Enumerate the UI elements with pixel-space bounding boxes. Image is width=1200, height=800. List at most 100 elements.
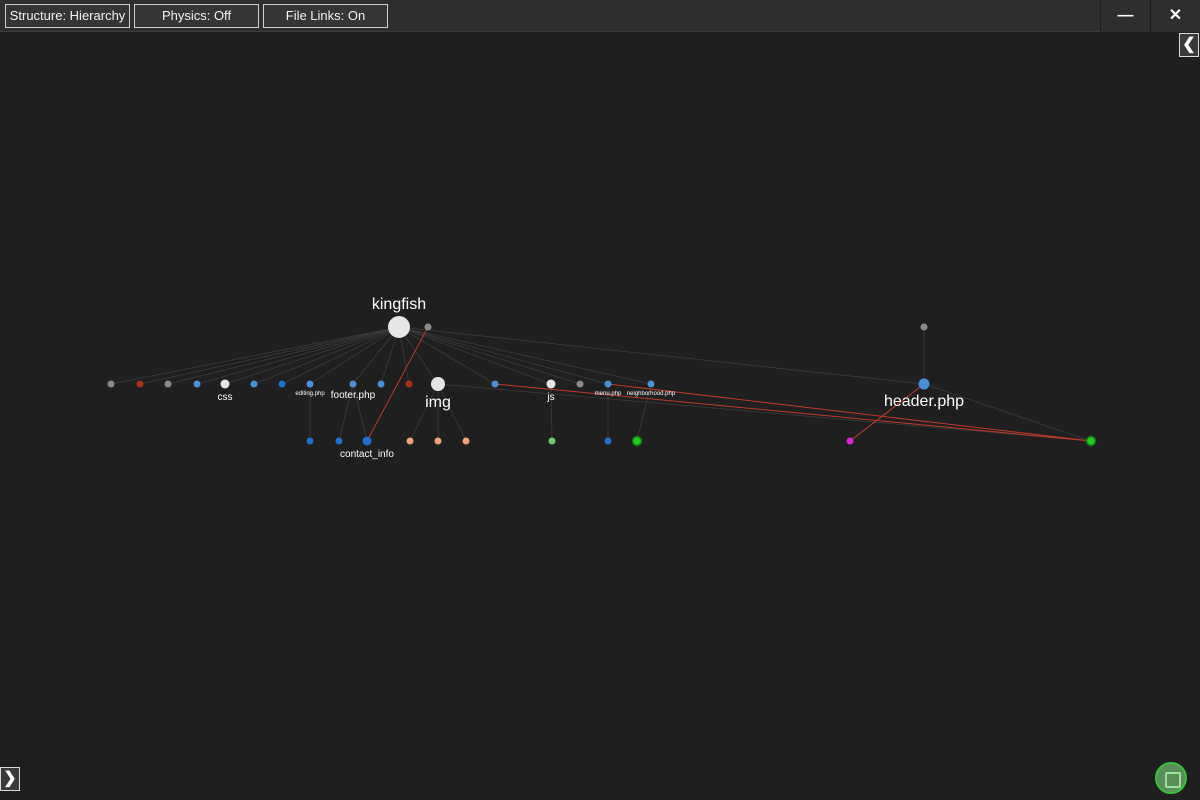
hierarchy-edge (398, 326, 652, 385)
graph-node-r-gray3[interactable] (576, 380, 584, 388)
hierarchy-edge (398, 326, 581, 385)
node-circle[interactable] (405, 380, 413, 388)
graph-node-img[interactable]: img (425, 377, 451, 411)
node-circle[interactable] (349, 380, 357, 388)
graph-node-r-blue1[interactable] (193, 380, 201, 388)
node-circle[interactable] (1085, 435, 1097, 447)
right-panel-toggle[interactable]: ❮ (1179, 33, 1199, 57)
graph-node-r-red2[interactable] (405, 380, 413, 388)
hierarchy-edge (196, 326, 400, 385)
node-label: contact_info (340, 449, 394, 460)
node-circle[interactable] (431, 377, 445, 391)
node-label: editing.php (295, 391, 325, 397)
chevron-left-icon: ❮ (1182, 36, 1196, 53)
file-link-edge (366, 326, 429, 442)
minimize-button[interactable]: — (1100, 0, 1150, 32)
node-circle[interactable] (491, 380, 499, 388)
node-circle[interactable] (434, 437, 442, 445)
node-circle[interactable] (604, 380, 612, 388)
node-circle[interactable] (546, 379, 556, 389)
structure-toggle-button[interactable]: Structure: Hierarchy (5, 4, 130, 28)
hierarchy-edge (398, 326, 925, 385)
node-circle[interactable] (362, 436, 372, 446)
graph-node-r-gray2[interactable] (164, 380, 172, 388)
fit-view-button[interactable] (1155, 762, 1187, 794)
node-circle[interactable] (107, 380, 115, 388)
graph-node-js[interactable]: js (546, 379, 556, 404)
node-circle[interactable] (424, 323, 432, 331)
node-circle[interactable] (548, 437, 556, 445)
graph-node-root-file[interactable] (424, 323, 432, 331)
file-links-toggle-button[interactable]: File Links: On (263, 4, 388, 28)
graph-node-nb-a[interactable] (631, 435, 643, 447)
graph-node-hdr-a[interactable] (846, 437, 854, 445)
node-circle[interactable] (647, 380, 655, 388)
node-circle[interactable] (918, 378, 930, 390)
node-circle[interactable] (388, 316, 410, 338)
node-label: header.php (884, 393, 964, 410)
node-circle[interactable] (278, 380, 286, 388)
graph-node-contact-info[interactable]: contact_info (340, 436, 394, 461)
node-circle[interactable] (335, 437, 343, 445)
graph-edges (110, 326, 1092, 442)
graph-node-img-a[interactable] (406, 437, 414, 445)
graph-node-c-blue1[interactable] (306, 437, 314, 445)
hierarchy-edge (110, 326, 400, 385)
node-circle[interactable] (462, 437, 470, 445)
node-circle[interactable] (846, 437, 854, 445)
graph-node-img-b[interactable] (434, 437, 442, 445)
physics-toggle-button[interactable]: Physics: Off (134, 4, 259, 28)
node-circle[interactable] (306, 380, 314, 388)
graph-node-js-a[interactable] (548, 437, 556, 445)
graph-node-r-gray1[interactable] (107, 380, 115, 388)
node-circle[interactable] (306, 437, 314, 445)
graph-canvas[interactable]: kingfish css editing.php footer.php img js men… (0, 32, 1200, 800)
graph-node-r-blue4[interactable] (377, 380, 385, 388)
node-circle[interactable] (377, 380, 385, 388)
close-button[interactable]: ✕ (1150, 0, 1200, 32)
node-label: kingfish (372, 296, 426, 313)
hierarchy-edge (409, 383, 439, 442)
graph-node-green-far[interactable] (1085, 435, 1097, 447)
hierarchy-edge (224, 326, 400, 385)
node-circle[interactable] (250, 380, 258, 388)
hierarchy-edge (281, 326, 400, 385)
toolbar: Structure: Hierarchy Physics: Off File L… (0, 0, 1200, 32)
graph-node-r-blue3[interactable] (278, 380, 286, 388)
graph-node-c-blue2[interactable] (335, 437, 343, 445)
graph-node-r-blue5[interactable] (491, 380, 499, 388)
node-label: footer.php (331, 390, 376, 401)
node-label: js (546, 392, 554, 403)
graph-node-footer[interactable]: footer.php (331, 380, 376, 402)
node-circle[interactable] (136, 380, 144, 388)
node-circle[interactable] (631, 435, 643, 447)
file-link-edge (494, 383, 1092, 442)
minimize-icon: — (1117, 7, 1134, 24)
node-circle[interactable] (220, 379, 230, 389)
graph-node-img-c[interactable] (462, 437, 470, 445)
graph-node-header[interactable]: header.php (884, 378, 964, 411)
node-circle[interactable] (193, 380, 201, 388)
node-circle[interactable] (920, 323, 928, 331)
hierarchy-edge (398, 326, 609, 385)
close-icon: ✕ (1168, 7, 1183, 24)
hierarchy-edge (437, 383, 1092, 442)
node-label: neighborhood.php (627, 391, 676, 397)
node-circle[interactable] (604, 437, 612, 445)
graph-node-menu-a[interactable] (604, 437, 612, 445)
hierarchy-edge (167, 326, 400, 385)
node-label: menu.php (595, 391, 622, 397)
node-circle[interactable] (406, 437, 414, 445)
node-label: css (218, 392, 233, 403)
file-link-edge (607, 383, 1092, 442)
graph-node-hdr-parent[interactable] (920, 323, 928, 331)
graph-node-css[interactable]: css (218, 379, 233, 404)
graph-node-r-blue2[interactable] (250, 380, 258, 388)
fit-view-icon (1165, 772, 1181, 788)
node-circle[interactable] (164, 380, 172, 388)
graph-nodes: kingfish css editing.php footer.php img js men… (107, 296, 1097, 461)
left-panel-toggle[interactable]: ❯ (0, 767, 20, 791)
hierarchy-edge (253, 326, 400, 385)
graph-node-r-red1[interactable] (136, 380, 144, 388)
node-circle[interactable] (576, 380, 584, 388)
